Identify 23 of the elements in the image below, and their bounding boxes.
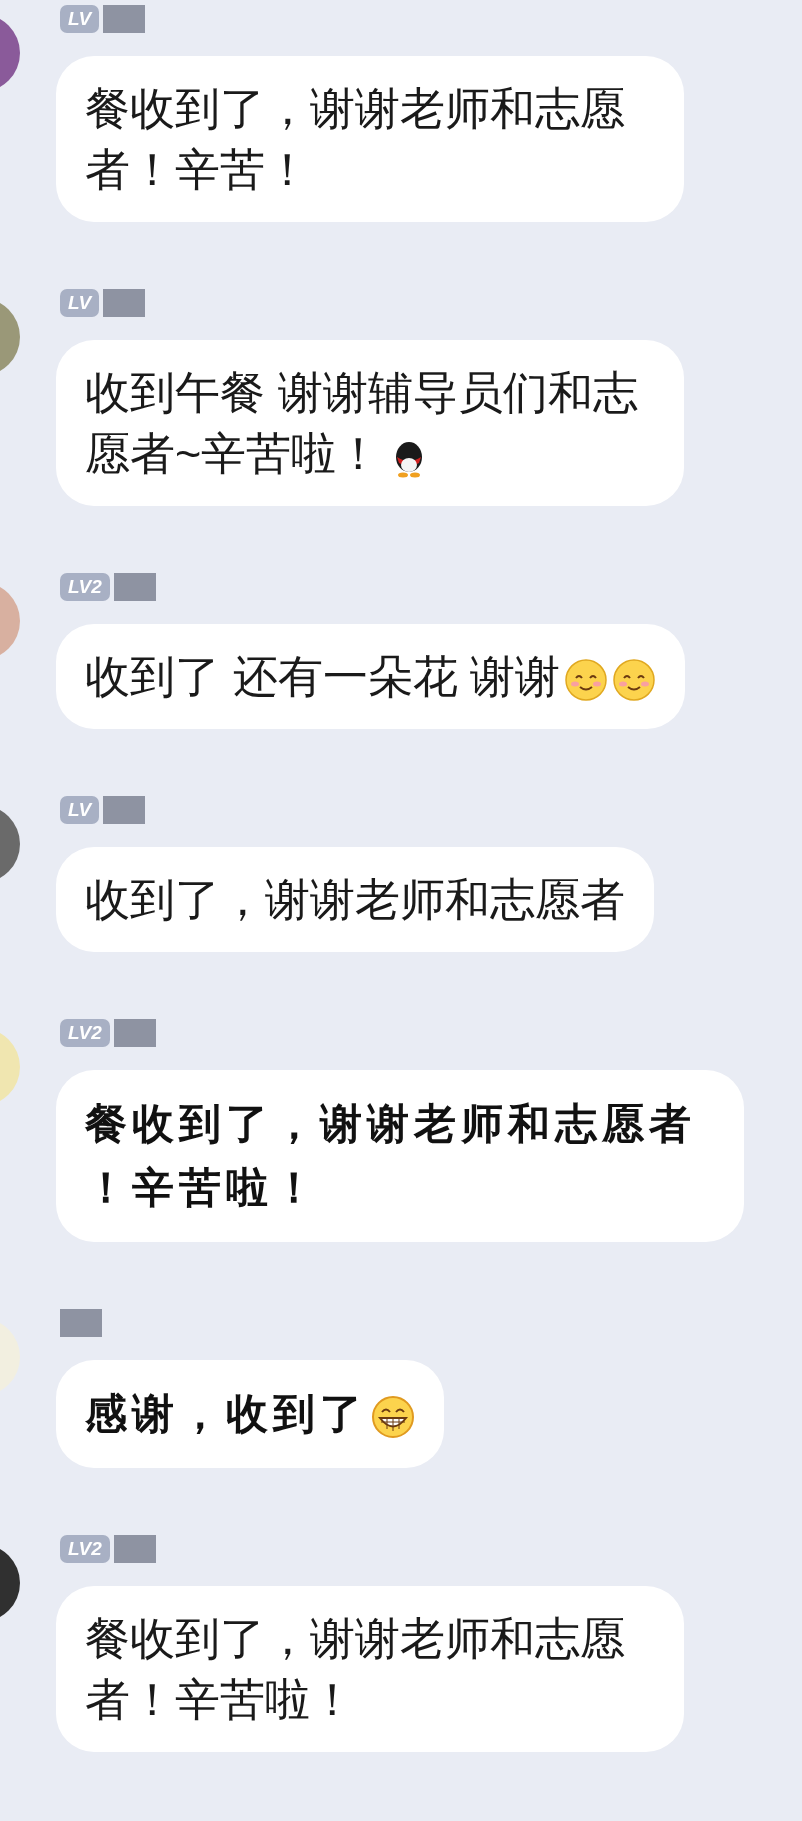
level-badge: LV2 [60,573,110,601]
redaction-block [113,1019,156,1047]
message-text: 收到午餐 谢谢辅导员们和志愿者~辛苦啦！ [85,366,639,482]
message-text: 餐收到了，谢谢老师和志愿者！辛苦！ [85,82,626,197]
level-badge: LV2 [60,1019,110,1047]
level-badge: LV2 [60,1535,110,1563]
redaction-block [113,573,156,601]
redaction-block [103,5,146,33]
message-text: 收到了，谢谢老师和志愿者 [85,873,625,927]
grin-icon [371,1395,415,1439]
message-text: 感谢，收到了 [85,1382,415,1446]
smiley-icon [564,658,608,703]
level-badge: LV [60,289,100,317]
redaction-block [113,1535,156,1563]
level-badge: LV [60,5,100,33]
message-text: 餐收到了，谢谢老师和志愿者！辛苦啦！ [85,1098,697,1214]
level-badge: LV [60,796,100,824]
redaction-block [103,289,146,317]
message-text: 餐收到了，谢谢老师和志愿者！辛苦啦！ [85,1612,626,1727]
message-text: 收到了 还有一朵花 谢谢 [85,646,656,707]
smiley-icon [612,658,656,703]
redaction-block [60,1309,102,1337]
redaction-block [103,796,146,824]
